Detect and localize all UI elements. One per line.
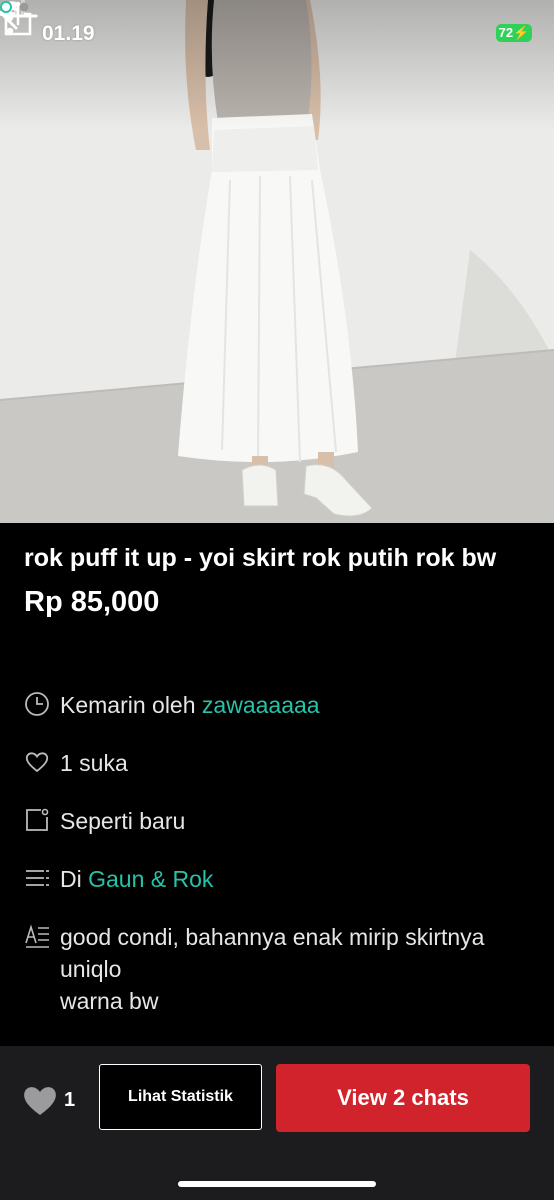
product-price: Rp 85,000 — [24, 586, 160, 618]
list-icon — [26, 870, 49, 886]
status-bar: 01.19 72⚡ — [0, 0, 554, 64]
likes-text[interactable]: 1 suka — [60, 747, 128, 779]
carousel-dots[interactable] — [0, 0, 32, 14]
clock-icon — [25, 692, 49, 716]
posted-label: Kemarin oleh — [60, 692, 202, 718]
battery-level: 72 — [498, 25, 514, 40]
product-details: rok puff it up - yoi skirt rok putih rok… — [24, 538, 536, 619]
battery-icon: 72⚡ — [496, 24, 532, 42]
description-row: good condi, bahannya enak mirip skirtnya… — [24, 921, 530, 1017]
view-chats-button[interactable]: View 2 chats — [276, 1064, 530, 1132]
heart-filled-icon — [24, 1087, 56, 1115]
description-line: warna bw — [60, 988, 159, 1014]
condition-tag-icon — [26, 808, 49, 831]
description-line: good condi, bahannya enak mirip skirtnya… — [60, 924, 485, 982]
heart-outline-icon — [25, 752, 49, 773]
condition-text: Seperti baru — [60, 808, 186, 834]
view-statistics-button[interactable]: Lihat Statistik — [99, 1064, 262, 1130]
like-button[interactable]: 1 — [22, 1080, 78, 1120]
description-text-icon — [25, 924, 49, 948]
status-time: 01.19 — [42, 22, 95, 45]
seller-link[interactable]: zawaaaaaa — [202, 692, 320, 718]
likes-row[interactable]: 1 suka — [24, 747, 128, 779]
product-photo-illustration — [0, 0, 554, 523]
like-count: 1 — [64, 1088, 76, 1111]
category-link[interactable]: Gaun & Rok — [88, 866, 213, 892]
product-title: rok puff it up - yoi skirt rok putih rok… — [24, 544, 497, 572]
category-row: Di Gaun & Rok — [24, 863, 213, 895]
home-indicator[interactable] — [178, 1181, 376, 1187]
condition-row: Seperti baru — [24, 805, 185, 837]
product-photo[interactable]: 01.19 72⚡ — [0, 0, 554, 523]
category-prefix: Di — [60, 866, 89, 892]
posted-row: Kemarin oleh zawaaaaaa — [24, 689, 320, 721]
